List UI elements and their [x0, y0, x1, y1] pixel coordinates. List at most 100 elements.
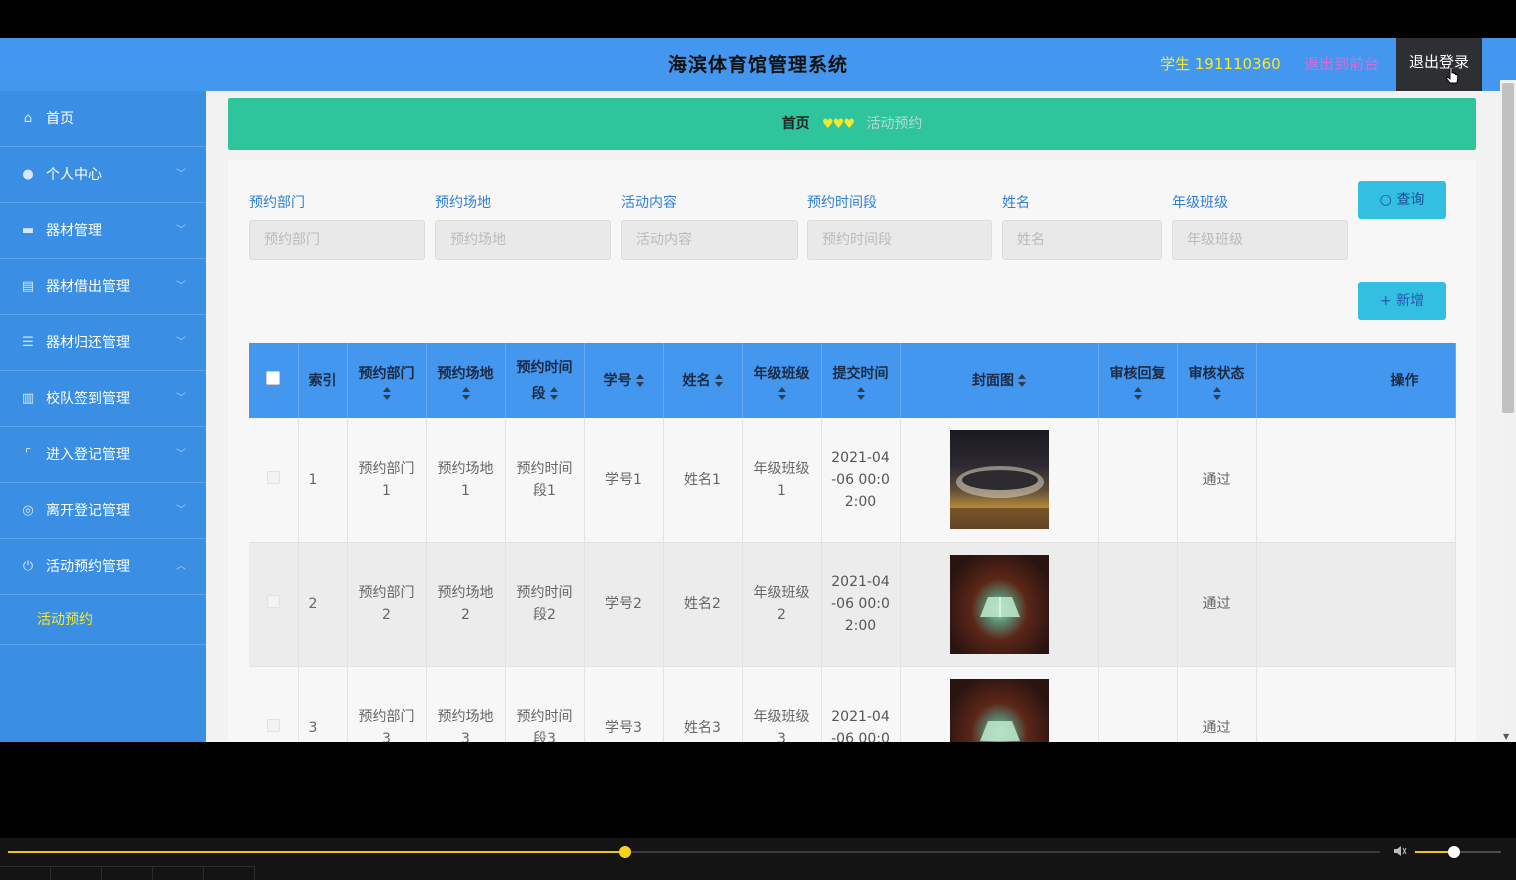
query-button-label: 查询: [1396, 192, 1425, 208]
query-button[interactable]: ○ 查询: [1358, 181, 1446, 219]
column-header-reply[interactable]: 审核回复: [1098, 343, 1178, 418]
sidebar-item-exit-registration[interactable]: ◎ 离开登记管理 ﹀: [0, 483, 206, 539]
sidebar: ⌂ 首页 ● 个人中心 ﹀ ▬ 器材管理 ﹀ ▤ 器材借出管理 ﹀ ☰ 器材归还…: [0, 91, 206, 742]
venue-cell: 预约场地 2: [426, 542, 506, 667]
column-label: 审核回复: [1109, 365, 1166, 382]
top-header: 海滨体育馆管理系统 学生 191110360 退出到前台 退出登录: [0, 38, 1516, 91]
system-title: 海滨体育馆管理系统: [667, 54, 848, 76]
table-row: 1 预约部门 1 预约场地 1 预约时间 段1 学号1 姓名1 年级班级 1 2021-…: [249, 418, 1456, 543]
add-button-label: 新增: [1396, 293, 1425, 309]
sidebar-item-home[interactable]: ⌂ 首页: [0, 91, 206, 147]
scroll-down-arrow-icon[interactable]: ▼: [1503, 732, 1509, 741]
scrollbar-thumb[interactable]: [1502, 83, 1514, 413]
circle-icon: ◎: [22, 503, 34, 518]
row-checkbox[interactable]: [266, 595, 280, 608]
column-header-venue[interactable]: 预约场地: [426, 343, 506, 418]
progress-knob[interactable]: [619, 846, 632, 858]
index-cell: 2: [298, 542, 348, 667]
volume-knob[interactable]: [1447, 846, 1460, 858]
sort-icon[interactable]: [777, 386, 786, 401]
sort-icon[interactable]: [549, 386, 558, 401]
search-input-name[interactable]: 姓名: [1002, 220, 1162, 260]
column-header-cover[interactable]: 封面图: [900, 343, 1099, 418]
sort-icon[interactable]: [1212, 386, 1221, 401]
control-button[interactable]: [0, 866, 51, 880]
row-select-cell[interactable]: [249, 542, 299, 667]
select-all-checkbox[interactable]: [266, 370, 281, 385]
plus-icon: +: [1379, 293, 1392, 309]
grade-cell: 年级班级 2: [742, 542, 822, 667]
add-button[interactable]: + 新增: [1358, 282, 1446, 320]
back-to-frontend-link[interactable]: 退出到前台: [1304, 53, 1379, 74]
sidebar-item-equipment-lending[interactable]: ▤ 器材借出管理 ﹀: [0, 259, 206, 315]
search-input-timeslot[interactable]: 预约时间段: [807, 220, 992, 260]
column-header-status[interactable]: 审核状态: [1177, 343, 1257, 418]
student-id-cell: 学号2: [584, 542, 664, 667]
cover-image[interactable]: [949, 554, 1049, 654]
chevron-down-icon: ﹀: [176, 393, 186, 404]
sidebar-item-personal-center[interactable]: ● 个人中心 ﹀: [0, 147, 206, 203]
sidebar-item-label: 首页: [46, 111, 74, 127]
row-select-cell[interactable]: [249, 666, 299, 742]
sort-icon[interactable]: [382, 386, 391, 401]
volume-icon[interactable]: [1393, 844, 1407, 858]
search-input-grade[interactable]: 年级班级: [1172, 220, 1348, 260]
dept-cell: 预约部门 2: [347, 542, 427, 667]
cover-cell: [900, 666, 1099, 742]
cover-image[interactable]: [949, 430, 1049, 530]
actions-cell: [1256, 666, 1456, 742]
column-header-dept[interactable]: 预约部门: [347, 343, 427, 418]
sidebar-item-label: 个人中心: [46, 167, 102, 183]
progress-bar[interactable]: [8, 846, 1380, 858]
name-cell: 姓名2: [663, 542, 743, 667]
sort-icon[interactable]: [635, 373, 644, 388]
sort-icon[interactable]: [856, 386, 865, 401]
control-button[interactable]: [51, 866, 102, 880]
venue-cell: 预约场地 3: [426, 666, 506, 742]
search-input-dept[interactable]: 预约部门: [249, 220, 425, 260]
sidebar-item-equipment[interactable]: ▬ 器材管理 ﹀: [0, 203, 206, 259]
student-id-cell: 学号3: [584, 666, 664, 742]
sort-icon[interactable]: [714, 373, 723, 388]
volume-slider[interactable]: [1415, 846, 1501, 858]
select-all-header[interactable]: [249, 343, 299, 418]
cover-image[interactable]: [949, 678, 1049, 742]
sort-icon[interactable]: [1133, 386, 1142, 401]
name-cell: 姓名3: [663, 666, 743, 742]
control-button[interactable]: [102, 866, 153, 880]
sidebar-item-label: 进入登记管理: [46, 447, 130, 463]
current-user: 学生 191110360: [1160, 55, 1281, 73]
row-checkbox[interactable]: [266, 719, 280, 732]
actions-cell: [1256, 418, 1456, 543]
control-button[interactable]: [153, 866, 204, 880]
search-input-content[interactable]: 活动内容: [621, 220, 798, 260]
column-label: 学号: [603, 372, 632, 389]
frame-icon: ⌜: [24, 447, 32, 462]
control-button[interactable]: [204, 866, 255, 880]
sort-icon[interactable]: [461, 386, 470, 401]
column-header-student-id[interactable]: 学号: [584, 343, 664, 418]
search-icon: ○: [1379, 192, 1392, 208]
chevron-up-icon: ︿: [176, 561, 186, 572]
video-controls: [0, 838, 1516, 880]
breadcrumb-home[interactable]: 首页: [782, 116, 810, 132]
column-header-submit-time[interactable]: 提交时间: [821, 343, 901, 418]
sidebar-item-team-checkin[interactable]: ▥ 校队签到管理 ﹀: [0, 371, 206, 427]
sidebar-item-activity-booking[interactable]: ⏻ 活动预约管理 ︿: [0, 539, 206, 595]
logout-button[interactable]: 退出登录: [1396, 38, 1482, 91]
sidebar-item-equipment-return[interactable]: ☰ 器材归还管理 ﹀: [0, 315, 206, 371]
clipboard-icon: ▤: [21, 279, 35, 294]
cover-cell: [900, 542, 1099, 667]
sidebar-item-entry-registration[interactable]: ⌜ 进入登记管理 ﹀: [0, 427, 206, 483]
column-header-grade[interactable]: 年级班级: [742, 343, 822, 418]
sidebar-subitem-activity-booking[interactable]: 活动预约: [0, 595, 206, 645]
row-checkbox[interactable]: [266, 470, 280, 484]
column-header-name[interactable]: 姓名: [663, 343, 743, 418]
search-input-venue[interactable]: 预约场地: [435, 220, 611, 260]
chevron-down-icon: ﹀: [176, 337, 186, 348]
timeslot-cell: 预约时间 段3: [505, 666, 585, 742]
column-label: 封面图: [972, 372, 1014, 389]
row-select-cell[interactable]: [249, 418, 299, 543]
column-header-timeslot[interactable]: 预约时间段: [505, 343, 585, 418]
sort-icon[interactable]: [1018, 373, 1026, 388]
